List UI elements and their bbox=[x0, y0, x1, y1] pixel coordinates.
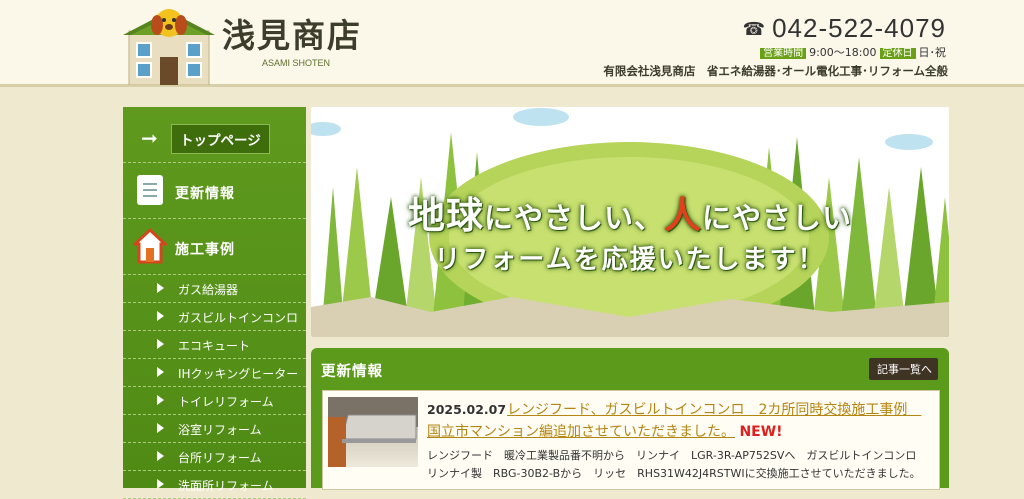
sidebar-item-kitchen-reform[interactable]: 台所リフォーム bbox=[123, 443, 306, 471]
company-tagline: 有限会社浅見商店 省エネ給湯器･オール電化工事･リフォーム全般 bbox=[603, 64, 948, 78]
triangle-right-icon bbox=[157, 451, 164, 461]
triangle-right-icon bbox=[157, 395, 164, 405]
arrow-right-icon: ➞ bbox=[141, 126, 158, 150]
triangle-right-icon bbox=[157, 311, 164, 321]
news-thumbnail[interactable] bbox=[328, 397, 418, 467]
hours-tag: 営業時間 bbox=[760, 48, 807, 59]
slogan-kind-1: にやさしい、 bbox=[483, 201, 664, 235]
sidebar-item-label: 洗面所リフォーム bbox=[178, 479, 274, 493]
hero-slogan: 地球にやさしい、人にやさしい リフォームを応援いたします！ bbox=[311, 185, 949, 276]
news-body: レンジフード 暖冷工業製品番不明から リンナイ LGR-3R-AP752SVへ … bbox=[427, 449, 921, 480]
brand-name: 浅見商店 bbox=[222, 16, 362, 55]
hero-banner: 地球にやさしい、人にやさしい リフォームを応援いたします！ bbox=[311, 107, 949, 337]
phone[interactable]: ☎ 042-522-4079 bbox=[743, 14, 946, 43]
slogan-kind-2: にやさしい bbox=[702, 201, 853, 235]
site-header: 浅見商店 ASAMI SHOTEN ☎ 042-522-4079 営業時間 9:00… bbox=[0, 0, 1024, 87]
sidebar-item-ih-cooking-heater[interactable]: IHクッキングヒーター bbox=[123, 359, 306, 387]
sidebar-item-label: ガス給湯器 bbox=[178, 283, 239, 297]
sidebar-item-label: エコキュート bbox=[178, 339, 251, 353]
phone-number: 042-522-4079 bbox=[772, 13, 946, 43]
sidebar-item-washroom-reform[interactable]: 洗面所リフォーム bbox=[123, 471, 306, 499]
sidebar-item-toilet-reform[interactable]: トイレリフォーム bbox=[123, 387, 306, 415]
nav-updates-label: 更新情報 bbox=[175, 186, 235, 202]
brand-subtitle: ASAMI SHOTEN bbox=[262, 58, 331, 68]
nav-top-label: トップページ bbox=[171, 124, 270, 154]
triangle-right-icon bbox=[157, 339, 164, 349]
news-date: 2025.02.07 bbox=[427, 402, 507, 417]
sidebar-item-bathroom-reform[interactable]: 浴室リフォーム bbox=[123, 415, 306, 443]
slogan-line-2: リフォームを応援いたします！ bbox=[434, 245, 826, 275]
news-section: 更新情報 記事一覧へ 2025.02.07レンジフード、ガスビルトインコンロ 2… bbox=[311, 348, 949, 490]
nav-updates[interactable]: 更新情報 bbox=[123, 163, 306, 219]
slogan-line-1: 地球にやさしい、人にやさしい bbox=[311, 185, 949, 239]
house-icon bbox=[133, 228, 167, 264]
nav-top-page[interactable]: ➞ トップページ bbox=[123, 107, 306, 163]
contact-info: ☎ 042-522-4079 営業時間 9:00〜18:00 定休日 日･祝 bbox=[743, 14, 946, 60]
news-item: 2025.02.07レンジフード、ガスビルトインコンロ 2カ所同時交換施工事例 … bbox=[322, 390, 940, 490]
brand[interactable]: 浅見商店 ASAMI SHOTEN bbox=[222, 16, 362, 69]
slogan-earth: 地球 bbox=[407, 194, 484, 237]
sidebar-item-label: 浴室リフォーム bbox=[178, 423, 262, 437]
sidebar-item-label: 台所リフォーム bbox=[178, 451, 262, 465]
news-more-label: 記事一覧へ bbox=[877, 363, 932, 376]
triangle-right-icon bbox=[157, 423, 164, 433]
nav-works[interactable]: 施工事例 bbox=[123, 219, 306, 275]
sidebar-item-label: トイレリフォーム bbox=[178, 395, 274, 409]
nav-works-label: 施工事例 bbox=[175, 242, 235, 258]
news-headline[interactable]: 2025.02.07レンジフード、ガスビルトインコンロ 2カ所同時交換施工事例 … bbox=[427, 399, 927, 443]
sidebar-item-gas-water-heater[interactable]: ガス給湯器 bbox=[123, 275, 306, 303]
range-hood-image bbox=[328, 397, 418, 467]
sidebar-item-gas-builtin-stove[interactable]: ガスビルトインコンロ bbox=[123, 303, 306, 331]
document-icon bbox=[137, 175, 163, 205]
triangle-right-icon bbox=[157, 283, 164, 293]
news-more-button[interactable]: 記事一覧へ bbox=[869, 358, 938, 380]
telephone-icon: ☎ bbox=[742, 19, 767, 39]
holiday-value: 日･祝 bbox=[918, 46, 947, 59]
sidebar-item-ecocute[interactable]: エコキュート bbox=[123, 331, 306, 359]
sidebar-item-label: ガスビルトインコンロ bbox=[178, 311, 299, 325]
triangle-right-icon bbox=[157, 367, 164, 377]
hours-value: 9:00〜18:00 bbox=[809, 46, 877, 59]
sidebar-nav: ➞ トップページ 更新情報 施工事例 ガス給湯器 ガスビルトインコンロ エコキュ… bbox=[123, 107, 306, 499]
news-title: 更新情報 bbox=[321, 364, 383, 380]
new-badge: NEW! bbox=[739, 424, 783, 440]
slogan-people: 人 bbox=[664, 194, 702, 237]
logo-house-icon[interactable] bbox=[123, 5, 215, 85]
holiday-tag: 定休日 bbox=[879, 48, 916, 59]
business-hours: 営業時間 9:00〜18:00 定休日 日･祝 bbox=[743, 44, 946, 60]
sidebar-item-label: IHクッキングヒーター bbox=[178, 367, 299, 381]
